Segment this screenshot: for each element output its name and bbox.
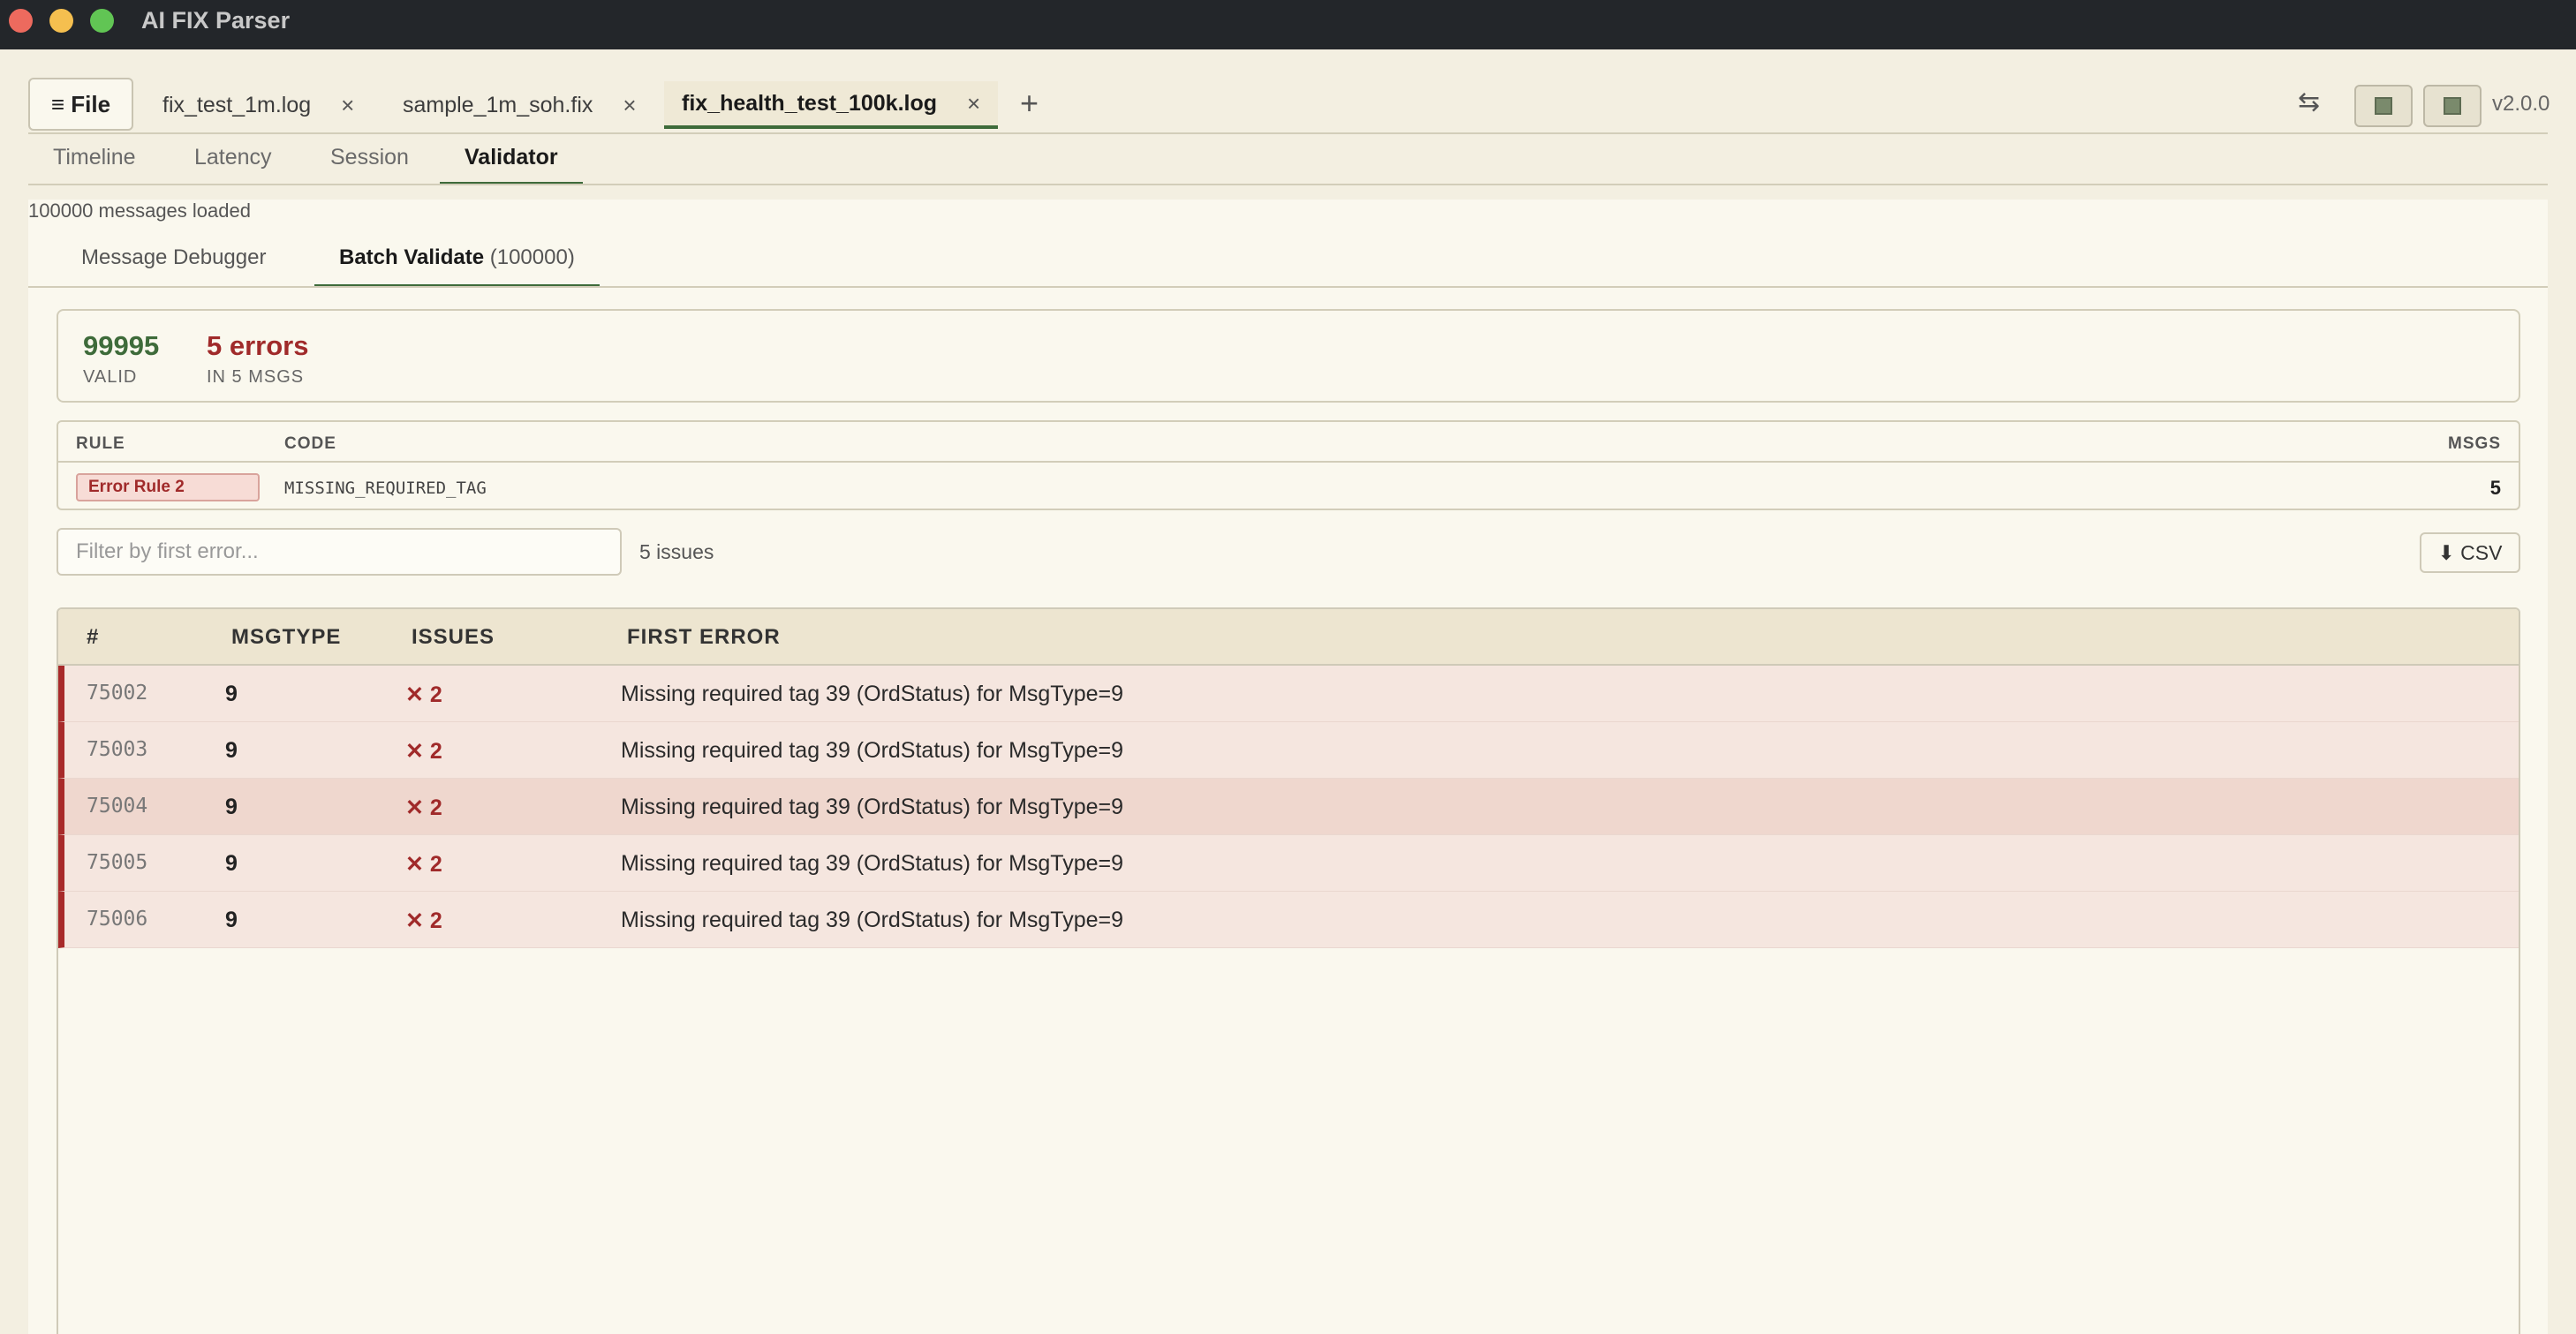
header-first-error[interactable]: FIRST ERROR (627, 625, 781, 650)
row-msgtype: 9 (225, 908, 238, 932)
file-tab-sample-1m-soh[interactable]: sample_1m_soh.fix × (385, 81, 654, 129)
divider (28, 132, 2548, 134)
row-number: 75003 (87, 738, 148, 761)
row-first-error: Missing required tag 39 (OrdStatus) for … (621, 851, 1124, 876)
table-row[interactable]: 75006 9 ✕ 2 Missing required tag 39 (Ord… (58, 892, 2519, 948)
rule-badge[interactable]: Error Rule 2 (76, 473, 260, 501)
tab-message-debugger[interactable]: Message Debugger (81, 245, 266, 288)
results-table: # MSGTYPE ISSUES FIRST ERROR 75002 9 ✕ 2… (57, 607, 2520, 1334)
tab-batch-validate[interactable]: Batch Validate (100000) (314, 245, 600, 288)
row-issues: ✕ 2 (405, 908, 442, 933)
row-number: 75004 (87, 795, 148, 818)
file-tab-label: fix_health_test_100k.log (682, 90, 938, 116)
swap-icon[interactable]: ⇆ (2298, 87, 2320, 117)
tab-validator[interactable]: Validator (440, 145, 583, 185)
divider (28, 286, 2548, 288)
rules-header-rule: RULE (76, 434, 125, 453)
row-msgtype: 9 (225, 795, 238, 819)
filter-input[interactable] (57, 528, 622, 576)
valid-label: VALID (83, 367, 138, 387)
issues-count: 5 issues (639, 540, 714, 563)
batch-validate-count: (100000) (489, 245, 575, 269)
status-text: 100000 messages loaded (28, 200, 251, 222)
close-icon[interactable]: × (341, 92, 354, 119)
tab-session[interactable]: Session (330, 145, 409, 185)
row-issues: ✕ 2 (405, 795, 442, 820)
add-tab-icon[interactable]: + (1020, 85, 1039, 122)
row-first-error: Missing required tag 39 (OrdStatus) for … (621, 908, 1124, 932)
row-msgtype: 9 (225, 851, 238, 876)
version-label: v2.0.0 (2492, 92, 2550, 116)
panel-icon (2444, 97, 2461, 115)
rules-header-msgs: MSGS (2448, 434, 2501, 453)
rules-table: RULE CODE MSGS Error Rule 2 MISSING_REQU… (57, 420, 2520, 510)
valid-count: 99995 (83, 330, 160, 361)
row-number: 75002 (87, 682, 148, 705)
tab-timeline[interactable]: Timeline (53, 145, 136, 185)
minimize-window-button[interactable] (49, 9, 73, 33)
validator-panel: 100000 messages loaded Message Debugger … (28, 200, 2548, 1334)
table-header: # MSGTYPE ISSUES FIRST ERROR (58, 609, 2519, 666)
file-tab-label: fix_test_1m.log (162, 92, 312, 117)
error-count: 5 errors (207, 330, 309, 361)
file-tab-fix-test-1m[interactable]: fix_test_1m.log × (143, 81, 374, 129)
rules-header-code: CODE (284, 434, 336, 453)
row-msgtype: 9 (225, 682, 238, 706)
error-label: IN 5 MSGS (207, 367, 305, 387)
panel-toggle-button-2[interactable] (2423, 85, 2482, 127)
rule-msgs: 5 (2489, 477, 2501, 499)
row-first-error: Missing required tag 39 (OrdStatus) for … (621, 738, 1124, 763)
batch-validate-label: Batch Validate (339, 245, 485, 269)
file-tab-label: sample_1m_soh.fix (403, 92, 593, 117)
row-msgtype: 9 (225, 738, 238, 763)
rules-header: RULE CODE MSGS (58, 422, 2519, 463)
title-bar: AI FIX Parser (0, 0, 2576, 49)
table-row[interactable]: 75003 9 ✕ 2 Missing required tag 39 (Ord… (58, 722, 2519, 779)
close-window-button[interactable] (9, 9, 33, 33)
summary-card: 99995 VALID 5 errors IN 5 MSGS (57, 309, 2520, 403)
row-number: 75006 (87, 908, 148, 931)
divider (28, 184, 2548, 185)
rule-code: MISSING_REQUIRED_TAG (284, 479, 487, 498)
header-msgtype[interactable]: MSGTYPE (231, 625, 341, 650)
panel-icon (2375, 97, 2392, 115)
row-number: 75005 (87, 851, 148, 874)
row-issues: ✕ 2 (405, 852, 442, 877)
csv-export-button[interactable]: ⬇ CSV (2420, 532, 2520, 573)
table-row[interactable]: 75002 9 ✕ 2 Missing required tag 39 (Ord… (58, 666, 2519, 722)
close-icon[interactable]: × (967, 90, 980, 117)
tab-latency[interactable]: Latency (194, 145, 272, 185)
row-first-error: Missing required tag 39 (OrdStatus) for … (621, 682, 1124, 706)
panel-toggle-button[interactable] (2354, 85, 2413, 127)
file-tab-fix-health-test-100k[interactable]: fix_health_test_100k.log × (664, 81, 999, 129)
app-title: AI FIX Parser (141, 7, 291, 34)
row-issues: ✕ 2 (405, 739, 442, 764)
header-issues[interactable]: ISSUES (412, 625, 495, 650)
row-first-error: Missing required tag 39 (OrdStatus) for … (621, 795, 1124, 819)
table-row[interactable]: 75004 9 ✕ 2 Missing required tag 39 (Ord… (58, 779, 2519, 835)
maximize-window-button[interactable] (90, 9, 114, 33)
table-row[interactable]: 75005 9 ✕ 2 Missing required tag 39 (Ord… (58, 835, 2519, 892)
close-icon[interactable]: × (623, 92, 636, 119)
header-num[interactable]: # (87, 625, 99, 650)
file-menu-button[interactable]: ≡ File (28, 78, 133, 131)
row-issues: ✕ 2 (405, 682, 442, 707)
